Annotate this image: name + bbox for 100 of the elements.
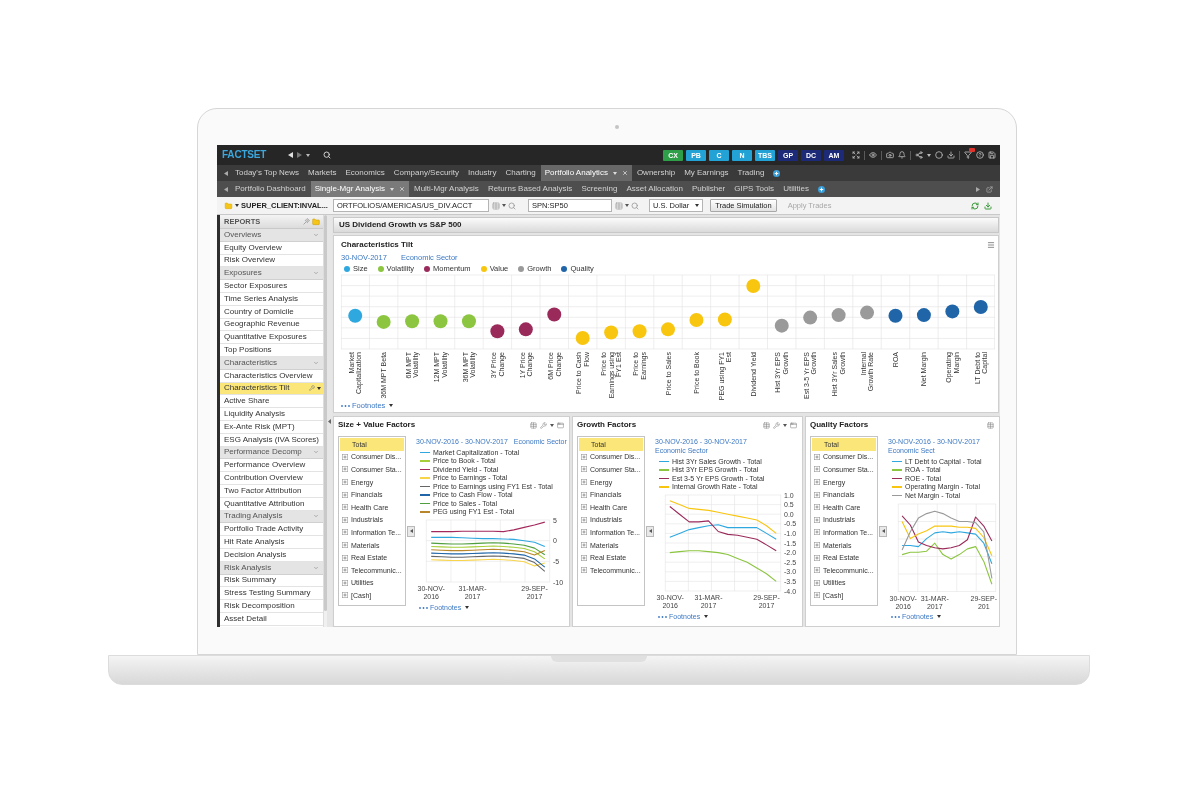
close-icon[interactable] [621,170,628,176]
panel-title: Characteristics Tilt [341,240,413,249]
tab[interactable]: Company/Security [389,165,463,181]
group-header[interactable]: Overviews [220,229,323,242]
collapse-button[interactable] [646,525,654,537]
tab[interactable]: Utilities [779,181,813,197]
add-tab-icon[interactable] [817,185,825,193]
dots-icon [341,404,350,407]
search-icon[interactable] [323,151,332,159]
webcam-icon [614,125,619,129]
folder-icon[interactable] [312,217,320,226]
sidebar-item[interactable]: Portfolio Trade Activity [220,523,323,537]
download-icon[interactable] [947,151,955,159]
forward-arrow-icon[interactable] [297,152,303,158]
tab[interactable]: Today's Top News [231,165,304,181]
chevron-down-icon[interactable] [313,449,319,456]
save-icon[interactable] [988,151,996,159]
sidebar-item[interactable]: Active Share [220,395,323,409]
chevron-down-icon[interactable] [313,270,319,277]
caret-icon[interactable] [695,204,700,207]
chevron-down-icon[interactable] [313,231,319,238]
share-icon[interactable] [915,151,923,159]
caret-left-icon[interactable] [648,529,652,533]
collapse-arrow-icon[interactable] [328,418,331,424]
sidebar-item[interactable]: Performance Overview [220,459,323,473]
dots-icon [891,615,900,618]
dots-icon [658,615,667,618]
folder-icon [224,201,233,210]
sidebar-item[interactable]: Top Positions [220,344,323,357]
sidebar-item[interactable]: Sector Exposures [220,280,323,293]
caret-icon[interactable] [937,615,942,618]
tab[interactable]: My Earnings [680,165,733,181]
funnel-icon[interactable] [964,151,972,159]
app-logo: FACTSET [222,150,267,160]
caret-icon[interactable] [704,615,709,618]
tab[interactable]: Publisher [687,181,730,197]
chevron-down-icon[interactable] [313,564,319,571]
scroll-left-icon[interactable] [224,186,228,192]
notification-badge-icon [969,148,975,152]
add-tab-icon[interactable] [773,169,781,177]
group-header[interactable]: Exposures [220,267,323,281]
bell-icon[interactable] [898,151,906,159]
download-icon[interactable] [984,201,992,210]
sidebar-item[interactable]: Quantitative Exposures [220,331,323,345]
sidebar-item[interactable]: Liquidity Analysis [220,408,323,421]
scroll-left-icon[interactable] [224,170,228,176]
caret-icon[interactable] [550,423,554,427]
caret-icon[interactable] [783,423,787,427]
tab[interactable]: Ownership [632,165,680,181]
menu-icon[interactable] [987,240,995,249]
caret-icon[interactable] [306,153,311,157]
tab[interactable]: Screening [577,181,622,197]
tab[interactable]: GIPS Tools [730,181,779,197]
grid-icon[interactable] [530,421,537,429]
refresh-icon[interactable] [971,201,979,210]
camera-icon[interactable] [886,151,894,159]
popout-icon[interactable] [986,185,993,193]
panel-title: Growth Factors [577,421,638,429]
tab[interactable]: Portfolio Dashboard [231,181,310,197]
tab[interactable]: Industry [464,165,501,181]
sidebar-item[interactable]: Hit Rate Analysis [220,536,323,549]
help-icon[interactable] [976,151,984,159]
caret-icon[interactable] [927,153,931,157]
panel-title: Size + Value Factors [338,421,417,429]
tab[interactable]: Asset Allocation [622,181,687,197]
caret-left-icon[interactable] [881,529,885,533]
sidebar-item[interactable]: Risk Decomposition [220,600,323,613]
sidebar-item[interactable]: Stress Testing Summary [220,587,323,601]
report-title: US Dividend Growth vs S&P 500 [339,221,462,229]
caret-icon[interactable] [501,204,506,207]
caret-left-icon[interactable] [409,529,413,533]
tab[interactable]: Returns Based Analysis [483,181,577,197]
tab[interactable]: Portfolio Analytics [540,165,632,181]
tab[interactable]: Multi-Mgr Analysis [409,181,483,197]
eye-icon[interactable] [869,151,877,159]
back-arrow-icon[interactable] [288,152,294,158]
caret-icon[interactable] [317,386,321,390]
grid-icon[interactable] [763,421,770,429]
tab[interactable]: Economics [341,165,389,181]
scroll-right-icon[interactable] [976,186,980,192]
sidebar-item[interactable]: Contribution Overview [220,472,323,485]
tab[interactable]: Single-Mgr Analysis [310,181,409,197]
caret-icon[interactable] [235,204,239,207]
expand-icon[interactable] [852,151,860,159]
caret-icon[interactable] [389,404,394,408]
circle-icon[interactable] [935,151,943,159]
caret-icon[interactable] [624,204,629,207]
tab[interactable]: Charting [501,165,540,181]
tab[interactable]: Trading [733,165,769,181]
tab[interactable]: Markets [304,165,341,181]
caret-icon[interactable] [465,606,470,609]
collapse-button[interactable] [879,525,887,537]
panel-title: Quality Factors [810,421,870,429]
wand-icon[interactable] [303,218,310,225]
chevron-down-icon[interactable] [313,513,319,520]
chevron-down-icon[interactable] [313,359,319,366]
collapse-button[interactable] [407,525,415,537]
dots-icon [419,606,428,609]
grid-icon[interactable] [987,421,994,429]
close-icon[interactable] [398,186,405,192]
